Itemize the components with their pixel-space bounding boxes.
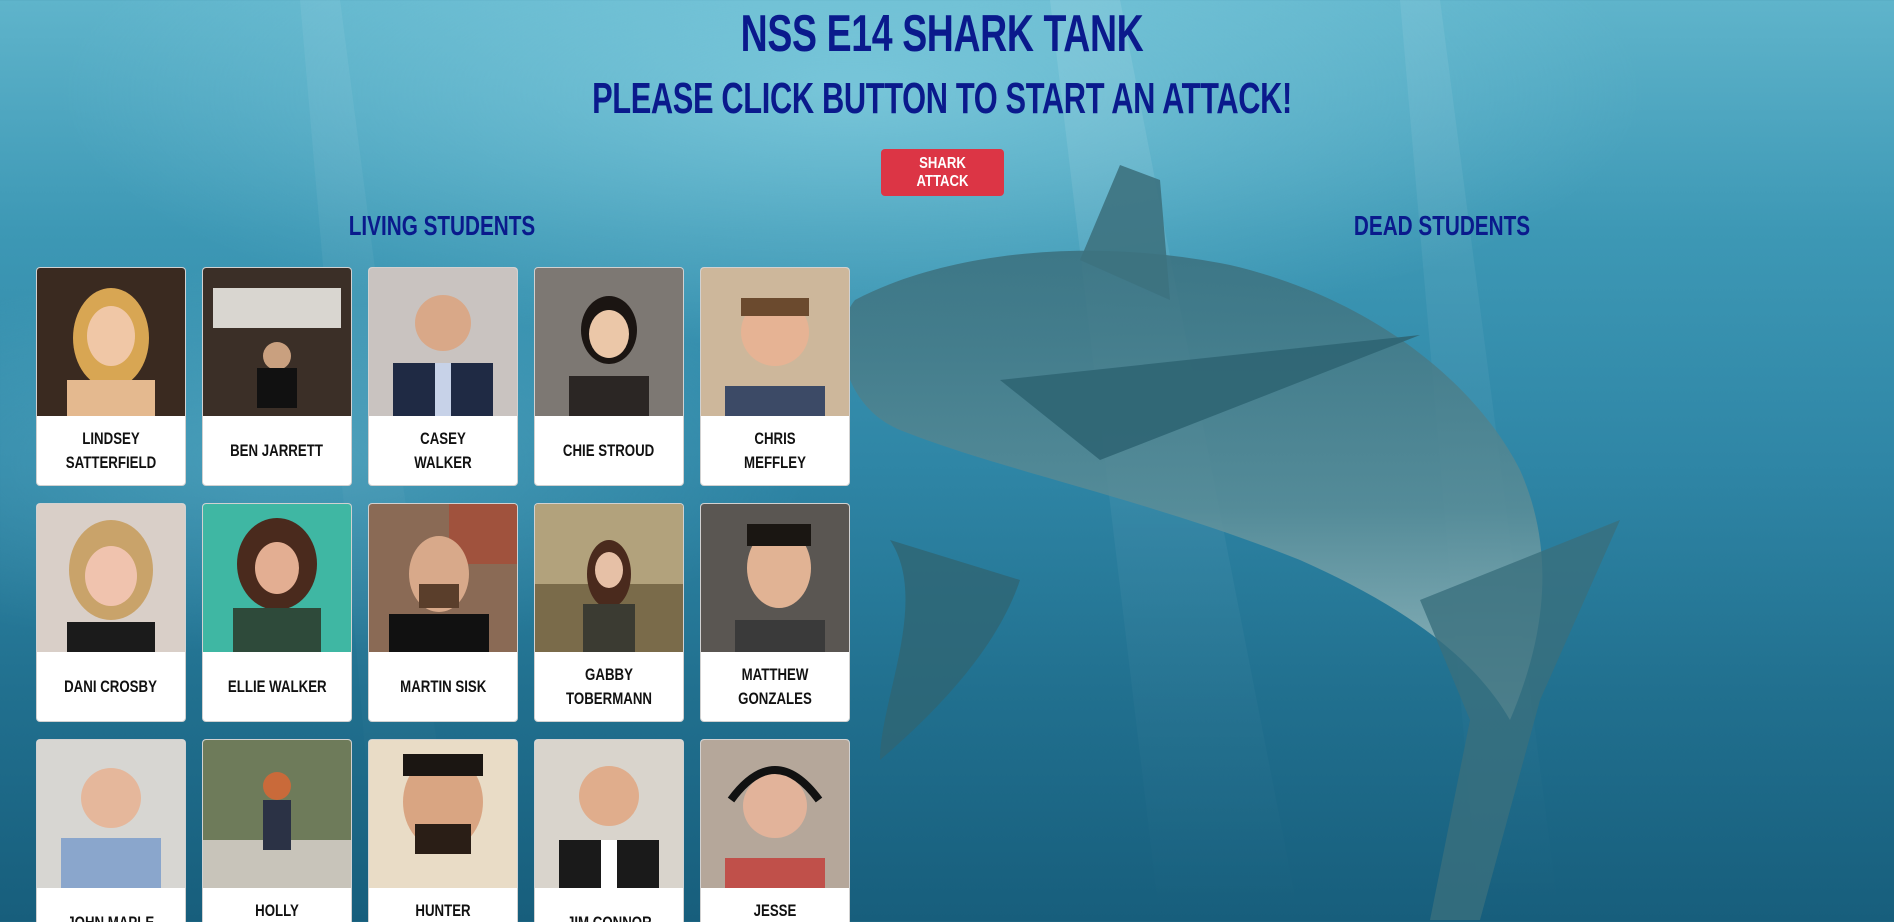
student-photo <box>369 740 517 888</box>
student-card: Casey Walker <box>368 267 518 486</box>
student-card: Ben Jarrett <box>202 267 352 486</box>
student-card: Jesse Robinson <box>700 739 850 922</box>
student-photo <box>369 268 517 416</box>
student-name: Matthew Gonzales <box>738 664 812 708</box>
student-name: Chris Meffley <box>744 428 806 472</box>
shark-attack-button-label: Shark Attack <box>916 154 969 190</box>
page-title: NSS E14 Shark Tank <box>740 5 1144 63</box>
page-subtitle: Please click button to start an attack! <box>592 74 1292 123</box>
student-card: Dani Crosby <box>36 503 186 722</box>
student-name: Jim Connor <box>566 912 652 922</box>
student-photo <box>701 740 849 888</box>
student-name: John Maple <box>67 912 155 922</box>
shark-attack-button[interactable]: Shark Attack <box>881 149 1004 196</box>
student-name: Jesse Robinson <box>753 900 797 920</box>
student-photo <box>369 504 517 652</box>
student-name: Lindsey Satterfield <box>65 428 157 472</box>
student-card: Hunter Juneau <box>368 739 518 922</box>
student-photo <box>37 268 185 416</box>
student-card: Holly Parsons <box>202 739 352 922</box>
student-photo <box>535 504 683 652</box>
student-photo <box>37 504 185 652</box>
student-name: Hunter Juneau <box>415 900 471 920</box>
student-card: Matthew Gonzales <box>700 503 850 722</box>
student-photo <box>701 504 849 652</box>
student-photo <box>203 740 351 888</box>
student-photo <box>203 504 351 652</box>
student-name: Holly Parsons <box>255 900 299 920</box>
student-name: Gabby Tobermann <box>566 664 652 708</box>
student-card: John Maple <box>36 739 186 922</box>
student-photo <box>203 268 351 416</box>
dead-students-grid <box>1000 260 1880 920</box>
student-card: Martin Sisk <box>368 503 518 722</box>
student-name: Ellie Walker <box>227 676 327 696</box>
student-photo <box>535 740 683 888</box>
student-name: Chie Stroud <box>563 440 655 460</box>
student-photo <box>535 268 683 416</box>
student-photo <box>701 268 849 416</box>
student-name: Casey Walker <box>414 428 472 472</box>
page: NSS E14 Shark Tank Please click button t… <box>0 0 1894 922</box>
student-card: Chris Meffley <box>700 267 850 486</box>
student-name: Dani Crosby <box>64 676 158 696</box>
student-card: Jim Connor <box>534 739 684 922</box>
student-photo <box>37 740 185 888</box>
student-name: Martin Sisk <box>399 676 487 696</box>
student-card: Gabby Tobermann <box>534 503 684 722</box>
student-card: Chie Stroud <box>534 267 684 486</box>
student-card: Lindsey Satterfield <box>36 267 186 486</box>
dead-students-heading: Dead Students <box>1353 210 1531 241</box>
living-students-heading: Living Students <box>348 210 536 241</box>
student-name: Ben Jarrett <box>230 440 324 460</box>
student-card: Ellie Walker <box>202 503 352 722</box>
